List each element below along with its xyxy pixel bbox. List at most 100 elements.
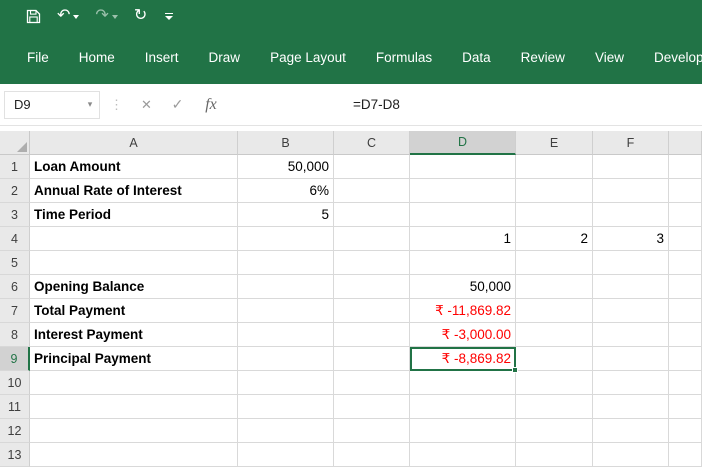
cell-F12[interactable] xyxy=(593,419,669,443)
cell-B12[interactable] xyxy=(238,419,334,443)
column-header-b[interactable]: B xyxy=(238,131,334,155)
cell-D11[interactable] xyxy=(410,395,516,419)
repeat-button[interactable]: ↻ xyxy=(134,8,147,24)
cell-F6[interactable] xyxy=(593,275,669,299)
cell-E4[interactable]: 2 xyxy=(516,227,593,251)
row-header-1[interactable]: 1 xyxy=(0,155,30,179)
cell-B8[interactable] xyxy=(238,323,334,347)
cell-A10[interactable] xyxy=(30,371,238,395)
cell-F7[interactable] xyxy=(593,299,669,323)
row-header-4[interactable]: 4 xyxy=(0,227,30,251)
save-button[interactable] xyxy=(26,9,41,24)
cell-D12[interactable] xyxy=(410,419,516,443)
cell[interactable] xyxy=(669,299,702,323)
column-header-a[interactable]: A xyxy=(30,131,238,155)
cell[interactable] xyxy=(669,227,702,251)
cell-A11[interactable] xyxy=(30,395,238,419)
cell-A13[interactable] xyxy=(30,443,238,467)
tab-page-layout[interactable]: Page Layout xyxy=(255,32,361,84)
cell[interactable] xyxy=(669,323,702,347)
cell-B4[interactable] xyxy=(238,227,334,251)
cell-F4[interactable]: 3 xyxy=(593,227,669,251)
cell-F13[interactable] xyxy=(593,443,669,467)
cell[interactable] xyxy=(669,347,702,371)
cell[interactable] xyxy=(669,371,702,395)
cell-E9[interactable] xyxy=(516,347,593,371)
row-header-10[interactable]: 10 xyxy=(0,371,30,395)
column-header-partial[interactable] xyxy=(669,131,702,155)
cell-B13[interactable] xyxy=(238,443,334,467)
tab-insert[interactable]: Insert xyxy=(130,32,194,84)
cell-A6[interactable]: Opening Balance xyxy=(30,275,238,299)
tab-file[interactable]: File xyxy=(12,32,64,84)
row-header-8[interactable]: 8 xyxy=(0,323,30,347)
undo-button[interactable]: ↶ xyxy=(57,8,79,24)
cell-D8[interactable]: ₹ -3,000.00 xyxy=(410,323,516,347)
cell-A8[interactable]: Interest Payment xyxy=(30,323,238,347)
column-header-c[interactable]: C xyxy=(334,131,410,155)
cell-E11[interactable] xyxy=(516,395,593,419)
cell-B6[interactable] xyxy=(238,275,334,299)
cell-B11[interactable] xyxy=(238,395,334,419)
cell-C4[interactable] xyxy=(334,227,410,251)
cell-E8[interactable] xyxy=(516,323,593,347)
tab-draw[interactable]: Draw xyxy=(194,32,256,84)
redo-button[interactable]: ↷ xyxy=(95,8,117,24)
cell-D10[interactable] xyxy=(410,371,516,395)
column-header-f[interactable]: F xyxy=(593,131,669,155)
cell-C8[interactable] xyxy=(334,323,410,347)
undo-dropdown-icon[interactable] xyxy=(73,15,79,19)
cell[interactable] xyxy=(669,443,702,467)
cell[interactable] xyxy=(669,203,702,227)
redo-dropdown-icon[interactable] xyxy=(112,15,118,19)
tab-review[interactable]: Review xyxy=(506,32,580,84)
cell-A12[interactable] xyxy=(30,419,238,443)
select-all-button[interactable] xyxy=(0,131,30,155)
tab-data[interactable]: Data xyxy=(447,32,506,84)
cell[interactable] xyxy=(669,419,702,443)
name-box-dropdown-icon[interactable]: ▾ xyxy=(81,99,99,110)
row-header-2[interactable]: 2 xyxy=(0,179,30,203)
enter-icon[interactable]: ✓ xyxy=(162,96,193,113)
cell-F11[interactable] xyxy=(593,395,669,419)
cell-E13[interactable] xyxy=(516,443,593,467)
row-header-12[interactable]: 12 xyxy=(0,419,30,443)
row-header-5[interactable]: 5 xyxy=(0,251,30,275)
cell[interactable] xyxy=(669,275,702,299)
cell-E7[interactable] xyxy=(516,299,593,323)
cell-C11[interactable] xyxy=(334,395,410,419)
fill-handle[interactable] xyxy=(512,367,518,373)
row-header-9[interactable]: 9 xyxy=(0,347,30,371)
row-header-3[interactable]: 3 xyxy=(0,203,30,227)
cell-F3[interactable] xyxy=(593,203,669,227)
cell-A4[interactable] xyxy=(30,227,238,251)
cell-A7[interactable]: Total Payment xyxy=(30,299,238,323)
tab-formulas[interactable]: Formulas xyxy=(361,32,447,84)
cell-D5[interactable] xyxy=(410,251,516,275)
cell-A3[interactable]: Time Period xyxy=(30,203,238,227)
cell-E10[interactable] xyxy=(516,371,593,395)
cell-B2[interactable]: 6% xyxy=(238,179,334,203)
cell-D13[interactable] xyxy=(410,443,516,467)
cell-D4[interactable]: 1 xyxy=(410,227,516,251)
cell-B5[interactable] xyxy=(238,251,334,275)
cell-D2[interactable] xyxy=(410,179,516,203)
cell-F9[interactable] xyxy=(593,347,669,371)
cell[interactable] xyxy=(669,179,702,203)
cell-E3[interactable] xyxy=(516,203,593,227)
cell-E1[interactable] xyxy=(516,155,593,179)
cell-A1[interactable]: Loan Amount xyxy=(30,155,238,179)
cell-B7[interactable] xyxy=(238,299,334,323)
cell[interactable] xyxy=(669,155,702,179)
name-box[interactable]: D9 ▾ xyxy=(4,91,100,119)
row-header-11[interactable]: 11 xyxy=(0,395,30,419)
cell-B9[interactable] xyxy=(238,347,334,371)
column-header-e[interactable]: E xyxy=(516,131,593,155)
cell-D3[interactable] xyxy=(410,203,516,227)
cell-C6[interactable] xyxy=(334,275,410,299)
cell-A9[interactable]: Principal Payment xyxy=(30,347,238,371)
cell-F5[interactable] xyxy=(593,251,669,275)
cell-C10[interactable] xyxy=(334,371,410,395)
cell-C2[interactable] xyxy=(334,179,410,203)
cell-D6[interactable]: 50,000 xyxy=(410,275,516,299)
